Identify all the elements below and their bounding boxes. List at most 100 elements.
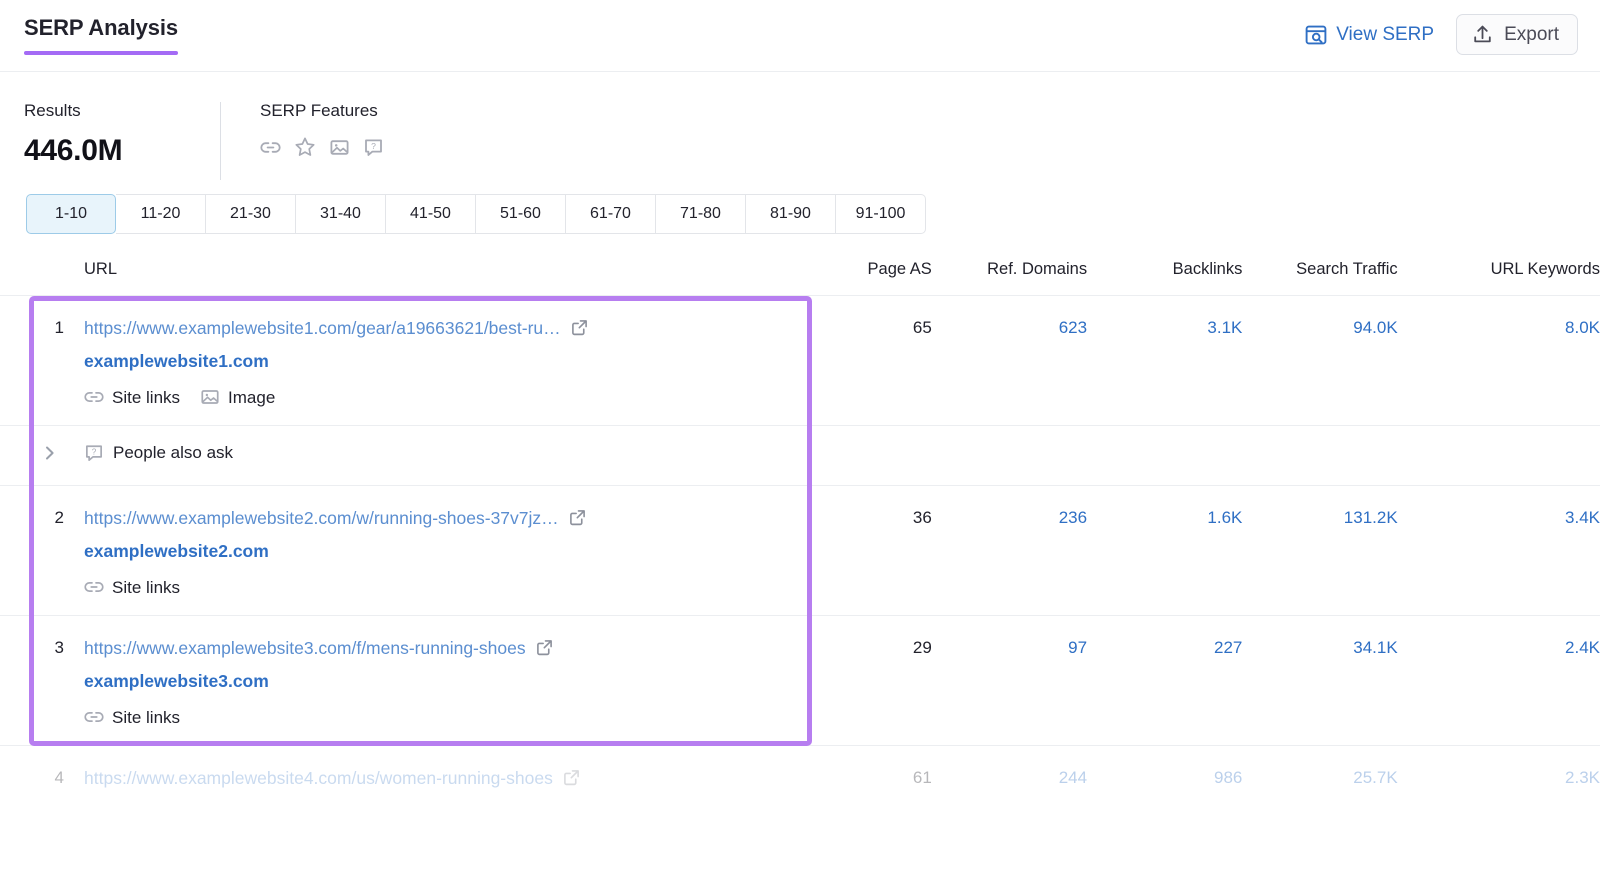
metric-ref-domains[interactable]: 97 xyxy=(931,615,1088,746)
view-serp-button[interactable]: View SERP xyxy=(1305,24,1434,46)
pagination-tab-51-60[interactable]: 51-60 xyxy=(476,194,566,234)
feature-tag-label: Site links xyxy=(112,707,181,727)
serp-features-label: SERP Features xyxy=(260,101,378,120)
metric-ref-domains[interactable]: 244 xyxy=(931,745,1088,876)
pagination-tab-71-80[interactable]: 71-80 xyxy=(656,194,746,234)
page-title: SERP Analysis xyxy=(24,15,178,40)
page-header: SERP Analysis View SERP Export xyxy=(0,0,1600,72)
view-serp-icon xyxy=(1305,24,1327,46)
rank-number: 3 xyxy=(54,638,64,657)
metric-page-as: 29 xyxy=(829,615,932,746)
export-button[interactable]: Export xyxy=(1456,14,1578,55)
people-also-ask-row[interactable]: ? People also ask xyxy=(0,425,1600,486)
table-header-row: URL Page AS Ref. Domains Backlinks Searc… xyxy=(0,260,1600,296)
column-header-url[interactable]: URL xyxy=(0,260,830,296)
chevron-right-icon[interactable] xyxy=(42,444,58,467)
table-row[interactable]: 1 https://www.examplewebsite1.com/gear/a1… xyxy=(0,295,1600,426)
metric-url-keywords[interactable]: 8.0K xyxy=(1397,295,1600,426)
metric-backlinks[interactable]: 3.1K xyxy=(1087,295,1243,426)
people-also-ask-icon[interactable]: ? xyxy=(363,137,384,158)
table-body: 1 https://www.examplewebsite1.com/gear/a1… xyxy=(0,295,1600,876)
pagination-tab-1-10[interactable]: 1-10 xyxy=(26,194,116,234)
url-cell: 1 https://www.examplewebsite1.com/gear/a1… xyxy=(0,295,830,426)
feature-tag[interactable]: Site links xyxy=(84,387,180,407)
row-feature-tags: Site links Image xyxy=(84,387,760,407)
external-link-icon[interactable] xyxy=(570,318,589,342)
reviews-star-icon[interactable] xyxy=(294,136,316,158)
export-label: Export xyxy=(1504,24,1559,45)
header-actions: View SERP Export xyxy=(1305,14,1578,55)
rank-number: 4 xyxy=(54,768,64,787)
feature-tag-label: Image xyxy=(228,387,276,407)
pagination-tab-61-70[interactable]: 61-70 xyxy=(566,194,656,234)
serp-features-block: SERP Features ? xyxy=(221,100,384,158)
result-url-link[interactable]: https://www.examplewebsite1.com/gear/a19… xyxy=(84,318,561,338)
metric-url-keywords[interactable]: 3.4K xyxy=(1397,485,1600,616)
pagination-tab-11-20[interactable]: 11-20 xyxy=(116,194,206,234)
pagination-tab-21-30[interactable]: 21-30 xyxy=(206,194,296,234)
metric-search-traffic[interactable]: 94.0K xyxy=(1242,295,1398,426)
serp-results-table: URL Page AS Ref. Domains Backlinks Searc… xyxy=(0,260,1600,876)
table-row[interactable]: 2 https://www.examplewebsite2.com/w/runni… xyxy=(0,485,1600,616)
column-header-ref-domains[interactable]: Ref. Domains xyxy=(932,260,1087,296)
pagination-tab-91-100[interactable]: 91-100 xyxy=(836,194,926,234)
sitelinks-icon xyxy=(84,387,104,407)
column-header-backlinks[interactable]: Backlinks xyxy=(1087,260,1243,296)
row-feature-tags: Site links xyxy=(84,707,760,727)
metric-backlinks[interactable]: 227 xyxy=(1087,615,1243,746)
sitelinks-icon[interactable] xyxy=(260,137,281,158)
page-title-underline xyxy=(24,51,178,55)
image-icon[interactable] xyxy=(329,137,350,158)
results-value: 446.0M xyxy=(24,134,123,167)
column-header-url-keywords[interactable]: URL Keywords xyxy=(1398,260,1600,296)
svg-text:?: ? xyxy=(92,448,97,457)
table-row[interactable]: 3 https://www.examplewebsite3.com/f/mens-… xyxy=(0,615,1600,746)
column-header-search-traffic[interactable]: Search Traffic xyxy=(1242,260,1398,296)
feature-tag[interactable]: Image xyxy=(200,387,275,407)
url-cell: 3 https://www.examplewebsite3.com/f/mens-… xyxy=(0,615,830,746)
feature-tag-label: Site links xyxy=(112,577,181,597)
result-domain-link[interactable]: examplewebsite2.com xyxy=(84,540,760,563)
people-also-ask-icon: ? xyxy=(84,443,104,463)
metric-url-keywords[interactable]: 2.3K xyxy=(1397,745,1600,876)
pagination-tab-31-40[interactable]: 31-40 xyxy=(296,194,386,234)
svg-text:?: ? xyxy=(371,141,376,151)
table-row[interactable]: 4 https://www.examplewebsite4.com/us/wome… xyxy=(0,745,1600,876)
pagination-tab-81-90[interactable]: 81-90 xyxy=(746,194,836,234)
result-url-link[interactable]: https://www.examplewebsite3.com/f/mens-r… xyxy=(84,638,526,658)
metric-search-traffic[interactable]: 25.7K xyxy=(1242,745,1398,876)
result-domain-link[interactable]: examplewebsite3.com xyxy=(84,670,760,693)
metric-search-traffic[interactable]: 34.1K xyxy=(1242,615,1398,746)
metric-page-as: 65 xyxy=(829,295,932,426)
metric-backlinks[interactable]: 986 xyxy=(1087,745,1243,876)
column-header-page-as[interactable]: Page AS xyxy=(830,260,932,296)
serp-features-icons: ? xyxy=(260,136,384,158)
metric-page-as: 61 xyxy=(829,745,932,876)
external-link-icon[interactable] xyxy=(535,638,554,662)
image-icon xyxy=(200,387,220,407)
serp-results-table-wrap: URL Page AS Ref. Domains Backlinks Searc… xyxy=(0,260,1600,876)
view-serp-label: View SERP xyxy=(1336,24,1435,45)
result-domain-link[interactable]: examplewebsite1.com xyxy=(84,350,760,373)
url-cell: 2 https://www.examplewebsite2.com/w/runni… xyxy=(0,485,830,616)
result-url-link[interactable]: https://www.examplewebsite2.com/w/runnin… xyxy=(84,508,559,528)
external-link-icon[interactable] xyxy=(562,768,581,792)
metric-ref-domains[interactable]: 623 xyxy=(931,295,1088,426)
metric-url-keywords[interactable]: 2.4K xyxy=(1397,615,1600,746)
people-also-ask-label: People also ask xyxy=(113,443,234,462)
metric-backlinks[interactable]: 1.6K xyxy=(1087,485,1243,616)
metric-search-traffic[interactable]: 131.2K xyxy=(1242,485,1398,616)
feature-tag[interactable]: Site links xyxy=(84,707,180,727)
external-link-icon[interactable] xyxy=(568,508,587,532)
upload-icon xyxy=(1472,24,1493,45)
results-label: Results xyxy=(24,101,81,120)
feature-tag[interactable]: Site links xyxy=(84,577,180,597)
pagination-tab-41-50[interactable]: 41-50 xyxy=(386,194,476,234)
rank-number: 2 xyxy=(54,508,64,527)
rank-number: 1 xyxy=(54,318,64,337)
results-block: Results 446.0M xyxy=(24,100,220,168)
row-feature-tags: Site links xyxy=(84,577,760,597)
metric-ref-domains[interactable]: 236 xyxy=(931,485,1088,616)
sitelinks-icon xyxy=(84,707,104,727)
result-url-link[interactable]: https://www.examplewebsite4.com/us/women… xyxy=(84,768,553,788)
